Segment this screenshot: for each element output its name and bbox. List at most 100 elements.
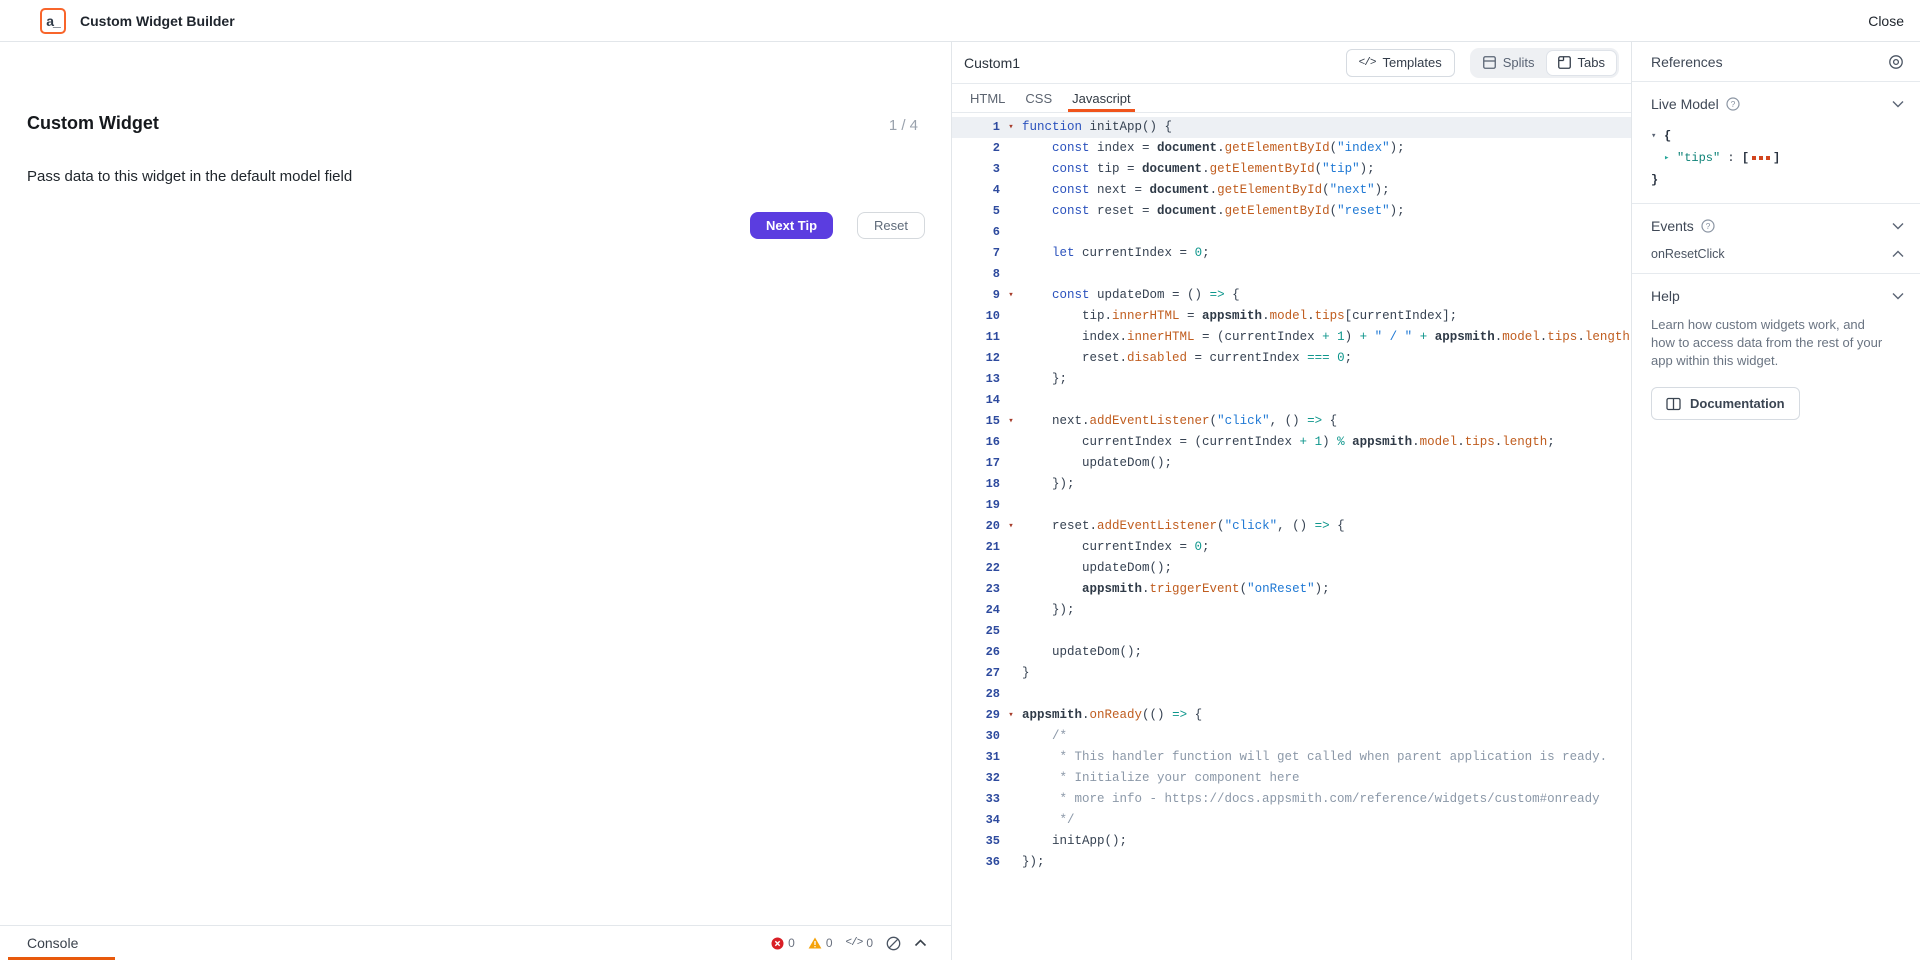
svg-text:?: ? — [1730, 99, 1735, 109]
tab-html[interactable]: HTML — [970, 84, 1005, 112]
code-lines: 1▾function initApp() {2 const index = do… — [952, 117, 1631, 873]
code-line[interactable]: 12 reset.disabled = currentIndex === 0; — [952, 348, 1631, 369]
code-line[interactable]: 31 * This handler function will get call… — [952, 747, 1631, 768]
chevron-up-icon[interactable] — [1892, 250, 1904, 258]
help-circle-icon[interactable]: ? — [1701, 219, 1715, 233]
line-number: 13 — [952, 369, 1000, 390]
log-count-group[interactable]: </> 0 — [846, 936, 874, 950]
clear-console-icon[interactable] — [886, 936, 901, 951]
code-content: appsmith.triggerEvent("onReset"); — [1022, 579, 1631, 600]
error-count-group[interactable]: 0 — [771, 936, 795, 950]
code-line[interactable]: 25 — [952, 621, 1631, 642]
code-content — [1022, 495, 1631, 516]
code-line[interactable]: 2 const index = document.getElementById(… — [952, 138, 1631, 159]
chevron-up-icon[interactable] — [914, 939, 927, 947]
tab-javascript[interactable]: Javascript — [1072, 84, 1131, 112]
code-line[interactable]: 9▾ const updateDom = () => { — [952, 285, 1631, 306]
code-line[interactable]: 5 const reset = document.getElementById(… — [952, 201, 1631, 222]
help-title: Help — [1651, 288, 1680, 304]
code-line[interactable]: 24 }); — [952, 600, 1631, 621]
code-line[interactable]: 3 const tip = document.getElementById("t… — [952, 159, 1631, 180]
close-button[interactable]: Close — [1868, 13, 1904, 29]
layout-toggle-tabs[interactable]: Tabs — [1546, 50, 1617, 76]
json-key: "tips" — [1677, 147, 1720, 169]
eye-icon[interactable] — [1888, 54, 1904, 70]
documentation-button[interactable]: Documentation — [1651, 387, 1800, 420]
line-number: 11 — [952, 327, 1000, 348]
next-tip-button[interactable]: Next Tip — [750, 212, 833, 239]
fold-gutter — [1000, 159, 1022, 180]
code-line[interactable]: 15▾ next.addEventListener("click", () =>… — [952, 411, 1631, 432]
collapsed-array-dots-icon[interactable] — [1752, 156, 1770, 160]
error-count: 0 — [788, 936, 795, 950]
fold-gutter — [1000, 495, 1022, 516]
tab-css[interactable]: CSS — [1025, 84, 1052, 112]
fold-arrow-icon[interactable]: ▾ — [1000, 705, 1022, 726]
fold-gutter — [1000, 810, 1022, 831]
code-editor[interactable]: 1▾function initApp() {2 const index = do… — [952, 113, 1631, 960]
code-line[interactable]: 17 updateDom(); — [952, 453, 1631, 474]
code-line[interactable]: 30 /* — [952, 726, 1631, 747]
code-line[interactable]: 6 — [952, 222, 1631, 243]
code-line[interactable]: 28 — [952, 684, 1631, 705]
code-line[interactable]: 19 — [952, 495, 1631, 516]
line-number: 36 — [952, 852, 1000, 873]
code-line[interactable]: 26 updateDom(); — [952, 642, 1631, 663]
chevron-down-icon[interactable] — [1892, 292, 1904, 300]
code-content: * This handler function will get called … — [1022, 747, 1631, 768]
editor-tabs: HTML CSS Javascript — [952, 84, 1631, 113]
fold-gutter — [1000, 453, 1022, 474]
code-line[interactable]: 14 — [952, 390, 1631, 411]
warning-count-group[interactable]: 0 — [808, 936, 833, 950]
code-content: * Initialize your component here — [1022, 768, 1631, 789]
help-circle-icon[interactable]: ? — [1726, 97, 1740, 111]
line-number: 2 — [952, 138, 1000, 159]
line-number: 25 — [952, 621, 1000, 642]
code-line[interactable]: 4 const next = document.getElementById("… — [952, 180, 1631, 201]
code-line[interactable]: 22 updateDom(); — [952, 558, 1631, 579]
code-content: }); — [1022, 600, 1631, 621]
code-line[interactable]: 10 tip.innerHTML = appsmith.model.tips[c… — [952, 306, 1631, 327]
fold-gutter — [1000, 180, 1022, 201]
code-line[interactable]: 7 let currentIndex = 0; — [952, 243, 1631, 264]
code-content: } — [1022, 663, 1631, 684]
code-line[interactable]: 13 }; — [952, 369, 1631, 390]
line-number: 8 — [952, 264, 1000, 285]
code-line[interactable]: 16 currentIndex = (currentIndex + 1) % a… — [952, 432, 1631, 453]
code-line[interactable]: 18 }); — [952, 474, 1631, 495]
tip-description: Pass data to this widget in the default … — [27, 168, 352, 185]
code-line[interactable]: 20▾ reset.addEventListener("click", () =… — [952, 516, 1631, 537]
help-text: Learn how custom widgets work, and how t… — [1651, 316, 1891, 370]
fold-arrow-icon[interactable]: ▾ — [1000, 516, 1022, 537]
json-root-row[interactable]: ▾ { — [1651, 125, 1904, 147]
code-line[interactable]: 29▾appsmith.onReady(() => { — [952, 705, 1631, 726]
code-line[interactable]: 8 — [952, 264, 1631, 285]
fold-gutter — [1000, 726, 1022, 747]
code-line[interactable]: 32 * Initialize your component here — [952, 768, 1631, 789]
documentation-button-label: Documentation — [1690, 396, 1785, 411]
code-line[interactable]: 33 * more info - https://docs.appsmith.c… — [952, 789, 1631, 810]
json-tips-row[interactable]: ▸ "tips" : [ ] — [1651, 147, 1904, 169]
console-tab[interactable]: Console — [27, 935, 78, 951]
code-line[interactable]: 21 currentIndex = 0; — [952, 537, 1631, 558]
code-line[interactable]: 36}); — [952, 852, 1631, 873]
chevron-down-icon[interactable] — [1892, 222, 1904, 230]
event-item-onresetclick[interactable]: onResetClick — [1651, 247, 1904, 261]
code-line[interactable]: 35 initApp(); — [952, 831, 1631, 852]
reset-button[interactable]: Reset — [857, 212, 925, 239]
code-line[interactable]: 34 */ — [952, 810, 1631, 831]
fold-arrow-icon[interactable]: ▾ — [1000, 411, 1022, 432]
templates-button[interactable]: </> Templates — [1346, 49, 1455, 77]
appsmith-logo-icon: a_ — [40, 8, 66, 34]
chevron-down-icon[interactable] — [1892, 100, 1904, 108]
editor-header: Custom1 </> Templates Splits Tabs — [952, 42, 1631, 84]
code-line[interactable]: 27} — [952, 663, 1631, 684]
code-content: */ — [1022, 810, 1631, 831]
code-line[interactable]: 23 appsmith.triggerEvent("onReset"); — [952, 579, 1631, 600]
layout-toggle-splits[interactable]: Splits — [1472, 50, 1546, 76]
events-title: Events — [1651, 218, 1694, 234]
fold-arrow-icon[interactable]: ▾ — [1000, 285, 1022, 306]
code-line[interactable]: 1▾function initApp() { — [952, 117, 1631, 138]
fold-arrow-icon[interactable]: ▾ — [1000, 117, 1022, 138]
code-line[interactable]: 11 index.innerHTML = (currentIndex + 1) … — [952, 327, 1631, 348]
